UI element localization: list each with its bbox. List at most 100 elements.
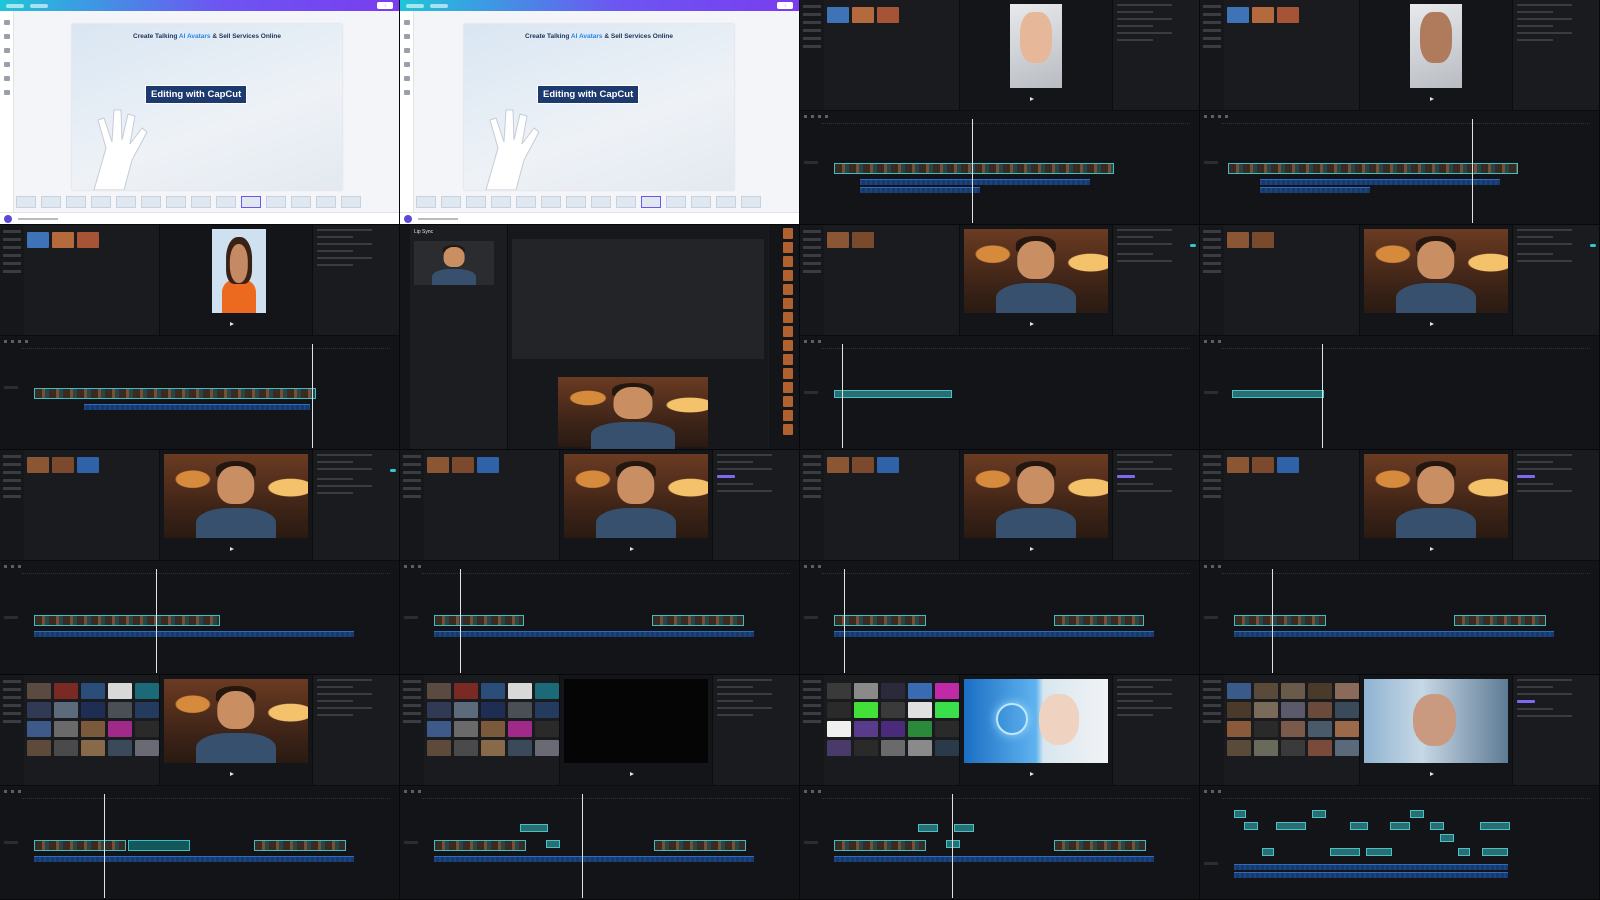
- undo-icon[interactable]: [4, 789, 7, 793]
- stock-thumb[interactable]: [81, 683, 105, 699]
- page-thumb[interactable]: [291, 196, 311, 208]
- avatar-thumb[interactable]: [783, 410, 793, 421]
- playhead[interactable]: [312, 344, 313, 448]
- player-frame[interactable]: [164, 454, 308, 538]
- media-thumb[interactable]: [1227, 7, 1249, 23]
- stock-thumb[interactable]: [1335, 702, 1359, 718]
- video-clip[interactable]: [254, 840, 346, 851]
- timeline-ruler[interactable]: [1222, 571, 1590, 574]
- player-frame[interactable]: [1410, 4, 1462, 88]
- stock-thumb[interactable]: [535, 683, 559, 699]
- split-icon[interactable]: [818, 339, 821, 343]
- page-thumb[interactable]: [191, 196, 211, 208]
- stock-thumb[interactable]: [935, 721, 959, 737]
- play-icon[interactable]: [1030, 322, 1034, 326]
- stock-thumb[interactable]: [27, 683, 51, 699]
- page-thumb[interactable]: [741, 196, 761, 208]
- media-thumb[interactable]: [77, 457, 99, 473]
- audio-clip[interactable]: [434, 631, 754, 637]
- page-thumb[interactable]: [441, 196, 461, 208]
- toggle-switch[interactable]: [1190, 244, 1196, 247]
- video-clip[interactable]: [834, 615, 926, 626]
- undo-icon[interactable]: [1204, 339, 1207, 343]
- preview-video[interactable]: [558, 377, 708, 449]
- avatar-thumb[interactable]: [783, 424, 793, 435]
- stock-thumb[interactable]: [1254, 721, 1278, 737]
- video-clip[interactable]: [834, 163, 1114, 174]
- design-icon[interactable]: [3, 20, 10, 25]
- overlay-clip[interactable]: [1276, 822, 1306, 830]
- stock-thumb[interactable]: [908, 721, 932, 737]
- stock-thumb[interactable]: [935, 702, 959, 718]
- player-frame[interactable]: [164, 679, 308, 763]
- media-thumb[interactable]: [52, 232, 74, 248]
- overlay-clip[interactable]: [954, 824, 974, 832]
- redo-icon[interactable]: [411, 564, 414, 568]
- uploads-icon[interactable]: [3, 62, 10, 67]
- media-thumb[interactable]: [477, 457, 499, 473]
- delete-icon[interactable]: [825, 114, 828, 118]
- redo-icon[interactable]: [811, 564, 814, 568]
- video-clip[interactable]: [1054, 615, 1144, 626]
- page-thumb[interactable]: [566, 196, 586, 208]
- stock-thumb[interactable]: [1281, 721, 1305, 737]
- stock-thumb[interactable]: [1308, 721, 1332, 737]
- video-clip[interactable]: [34, 615, 220, 626]
- media-thumb[interactable]: [1252, 7, 1274, 23]
- timeline[interactable]: [800, 560, 1199, 674]
- player-frame[interactable]: [564, 454, 708, 538]
- stock-thumb[interactable]: [1281, 683, 1305, 699]
- video-clip[interactable]: [34, 840, 126, 851]
- stock-thumb[interactable]: [1254, 683, 1278, 699]
- media-thumb[interactable]: [1252, 232, 1274, 248]
- accent-tag[interactable]: [1117, 475, 1135, 478]
- avatar-thumb[interactable]: [783, 326, 793, 337]
- video-clip[interactable]: [434, 840, 526, 851]
- timeline[interactable]: [1200, 785, 1599, 899]
- accent-tag[interactable]: [717, 475, 735, 478]
- stock-thumb[interactable]: [1281, 702, 1305, 718]
- stock-thumb[interactable]: [508, 740, 532, 756]
- share-button[interactable]: ↑: [777, 2, 793, 9]
- uploads-icon[interactable]: [403, 62, 410, 67]
- play-icon[interactable]: [630, 772, 634, 776]
- audio-clip[interactable]: [34, 631, 354, 637]
- overlay-clip[interactable]: [1440, 834, 1454, 842]
- video-clip[interactable]: [1228, 163, 1518, 174]
- video-clip[interactable]: [834, 840, 926, 851]
- media-thumb[interactable]: [1227, 457, 1249, 473]
- avatar-thumb[interactable]: [783, 382, 793, 393]
- timeline-ruler[interactable]: [422, 796, 790, 799]
- timeline-ruler[interactable]: [22, 346, 390, 349]
- redo-icon[interactable]: [811, 789, 814, 793]
- media-thumb[interactable]: [1277, 457, 1299, 473]
- stock-clip[interactable]: [128, 840, 190, 851]
- page-thumb[interactable]: [716, 196, 736, 208]
- media-thumb[interactable]: [1227, 232, 1249, 248]
- split-icon[interactable]: [1218, 114, 1221, 118]
- audio-clip[interactable]: [34, 856, 354, 862]
- play-icon[interactable]: [1430, 322, 1434, 326]
- playhead[interactable]: [1322, 344, 1323, 448]
- stock-thumb[interactable]: [1227, 721, 1251, 737]
- stock-thumb[interactable]: [935, 740, 959, 756]
- audio-clip[interactable]: [1234, 631, 1554, 637]
- apps-icon[interactable]: [403, 90, 410, 95]
- timeline-ruler[interactable]: [822, 346, 1190, 349]
- redo-icon[interactable]: [811, 114, 814, 118]
- page-thumb[interactable]: [41, 196, 61, 208]
- timeline-ruler[interactable]: [422, 571, 790, 574]
- stock-thumb[interactable]: [1308, 740, 1332, 756]
- play-icon[interactable]: [1430, 97, 1434, 101]
- stock-thumb[interactable]: [854, 683, 878, 699]
- undo-icon[interactable]: [4, 339, 7, 343]
- stock-thumb[interactable]: [854, 740, 878, 756]
- text-icon[interactable]: [3, 48, 10, 53]
- timeline-ruler[interactable]: [1222, 796, 1590, 799]
- elements-icon[interactable]: [3, 34, 10, 39]
- playhead[interactable]: [1272, 569, 1273, 673]
- stock-thumb[interactable]: [1281, 740, 1305, 756]
- page-thumb[interactable]: [116, 196, 136, 208]
- audio-clip[interactable]: [1234, 864, 1508, 870]
- delete-icon[interactable]: [1225, 114, 1228, 118]
